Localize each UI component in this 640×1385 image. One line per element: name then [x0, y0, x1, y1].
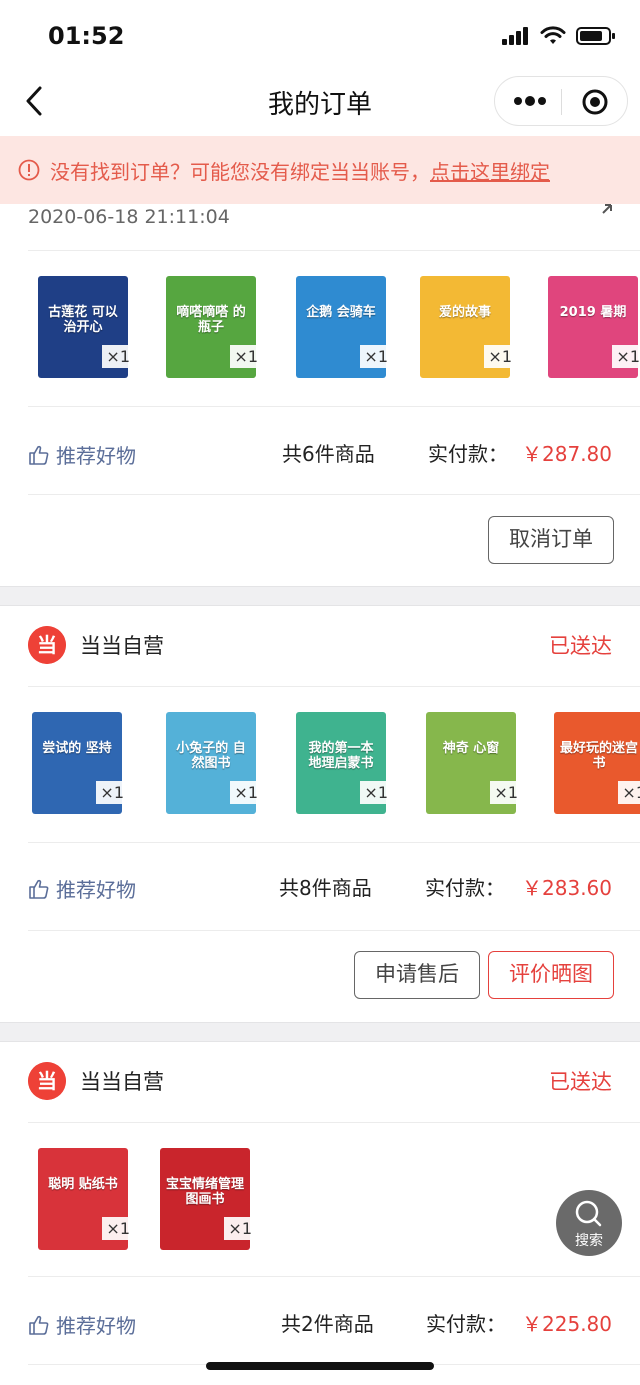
product-qty: ×1	[224, 1217, 256, 1240]
shop-name: 当当自营	[80, 634, 164, 658]
mini-program-capsule	[494, 76, 628, 126]
paid-amount: ￥283.60	[522, 876, 612, 900]
order-summary: 推荐好物 共2件商品 实付款： ￥225.80	[0, 1294, 640, 1354]
paid-label: 实付款：	[426, 1312, 506, 1336]
divider	[28, 494, 640, 495]
divider	[28, 406, 640, 407]
paid-label: 实付款：	[428, 442, 508, 466]
recommend-label: 推荐好物	[56, 444, 136, 468]
chevron-right-icon[interactable]	[600, 200, 614, 216]
paid-amount: ￥225.80	[522, 1312, 612, 1336]
divider	[28, 930, 640, 931]
order-separator	[0, 586, 640, 606]
thumbs-up-icon	[29, 445, 49, 465]
signal-icon	[502, 27, 528, 45]
status-time: 01:52	[48, 22, 125, 50]
shop-header[interactable]: 当 当当自营 已送达	[0, 1042, 640, 1122]
after-sales-button[interactable]: 申请售后	[354, 951, 480, 999]
order-status: 已送达	[549, 1070, 612, 1094]
product-qty: ×1	[484, 345, 516, 368]
info-icon	[18, 159, 40, 181]
more-icon[interactable]	[513, 93, 547, 109]
product-item[interactable]: 爱的故事 ×1	[412, 268, 542, 388]
search-button[interactable]: 搜索	[556, 1190, 622, 1256]
status-icons	[502, 26, 616, 46]
product-item[interactable]: 2019 暑期 ×1	[540, 268, 640, 388]
bind-account-banner: 没有找到订单？可能您没有绑定当当账号， 点击这里绑定	[0, 136, 640, 204]
item-count: 共6件商品	[282, 442, 375, 466]
product-qty: ×1	[618, 781, 640, 804]
product-qty: ×1	[230, 345, 262, 368]
dangdang-logo-icon: 当	[28, 1062, 66, 1100]
divider	[28, 686, 640, 687]
paid-label: 实付款：	[425, 876, 505, 900]
cancel-order-button[interactable]: 取消订单	[488, 516, 614, 564]
divider	[28, 250, 640, 251]
close-mini-program-icon[interactable]	[581, 88, 609, 116]
divider	[28, 842, 640, 843]
divider	[28, 1276, 640, 1277]
product-item[interactable]: 企鹅 会骑车 ×1	[288, 268, 418, 388]
product-item[interactable]: 宝宝情绪管理 图画书 ×1	[152, 1140, 282, 1260]
product-qty: ×1	[360, 345, 392, 368]
product-item[interactable]: 神奇 心窗 ×1	[418, 704, 548, 824]
order-status: 已送达	[549, 634, 612, 658]
order-summary: 推荐好物 共8件商品 实付款： ￥283.60	[0, 858, 640, 918]
product-list[interactable]: 尝试的 坚持 ×1 小兔子的 自然图书 ×1 我的第一本 地理启蒙书 ×1 神奇…	[0, 704, 640, 854]
product-qty: ×1	[230, 781, 262, 804]
svg-text:当: 当	[37, 633, 57, 657]
recommend-link[interactable]: 推荐好物	[28, 1310, 136, 1339]
wifi-icon	[540, 26, 566, 44]
paid-amount: ￥287.80	[522, 442, 612, 466]
divider	[28, 1122, 640, 1123]
banner-message: 没有找到订单？可能您没有绑定当当账号，	[50, 159, 430, 184]
search-icon	[575, 1200, 602, 1227]
recommend-label: 推荐好物	[56, 1314, 136, 1338]
nav-bar: 我的订单	[0, 70, 640, 132]
recommend-link[interactable]: 推荐好物	[28, 440, 136, 469]
order-time: 2020-06-18 21:11:04	[28, 206, 230, 228]
thumbs-up-icon	[29, 1315, 49, 1335]
product-list[interactable]: 聪明 贴纸书 ×1 宝宝情绪管理 图画书 ×1	[0, 1140, 640, 1290]
product-list[interactable]: 古莲花 可以治开心 ×1 嘀嗒嘀嗒 的瓶子 ×1 企鹅 会骑车 ×1 爱的故事 …	[0, 268, 640, 418]
svg-text:当: 当	[37, 1069, 57, 1093]
battery-icon	[576, 27, 615, 45]
item-count: 共8件商品	[279, 876, 372, 900]
product-qty: ×1	[96, 781, 128, 804]
product-item[interactable]: 小兔子的 自然图书 ×1	[158, 704, 288, 824]
order-separator	[0, 1022, 640, 1042]
search-label: 搜索	[575, 1233, 603, 1249]
thumbs-up-icon	[29, 879, 49, 899]
product-qty: ×1	[490, 781, 522, 804]
product-item[interactable]: 最好玩的迷宫书 ×1	[546, 704, 640, 824]
item-count: 共2件商品	[281, 1312, 374, 1336]
product-item[interactable]: 古莲花 可以治开心 ×1	[30, 268, 160, 388]
product-item[interactable]: 我的第一本 地理启蒙书 ×1	[288, 704, 418, 824]
review-button[interactable]: 评价晒图	[488, 951, 614, 999]
order-summary: 推荐好物 共6件商品 实付款： ￥287.80	[0, 424, 640, 484]
status-bar: 01:52	[0, 0, 640, 70]
product-qty: ×1	[102, 345, 134, 368]
shop-header[interactable]: 当 当当自营 已送达	[0, 606, 640, 686]
recommend-link[interactable]: 推荐好物	[28, 874, 136, 903]
product-item[interactable]: 聪明 贴纸书 ×1	[30, 1140, 160, 1260]
home-indicator	[206, 1362, 434, 1370]
product-qty: ×1	[612, 345, 640, 368]
product-qty: ×1	[102, 1217, 134, 1240]
shop-name: 当当自营	[80, 1070, 164, 1094]
bind-account-link[interactable]: 点击这里绑定	[430, 156, 550, 185]
capsule-divider	[561, 89, 562, 115]
recommend-label: 推荐好物	[56, 878, 136, 902]
dangdang-logo-icon: 当	[28, 626, 66, 664]
product-item[interactable]: 嘀嗒嘀嗒 的瓶子 ×1	[158, 268, 288, 388]
product-qty: ×1	[360, 781, 392, 804]
product-item[interactable]: 尝试的 坚持 ×1	[24, 704, 154, 824]
